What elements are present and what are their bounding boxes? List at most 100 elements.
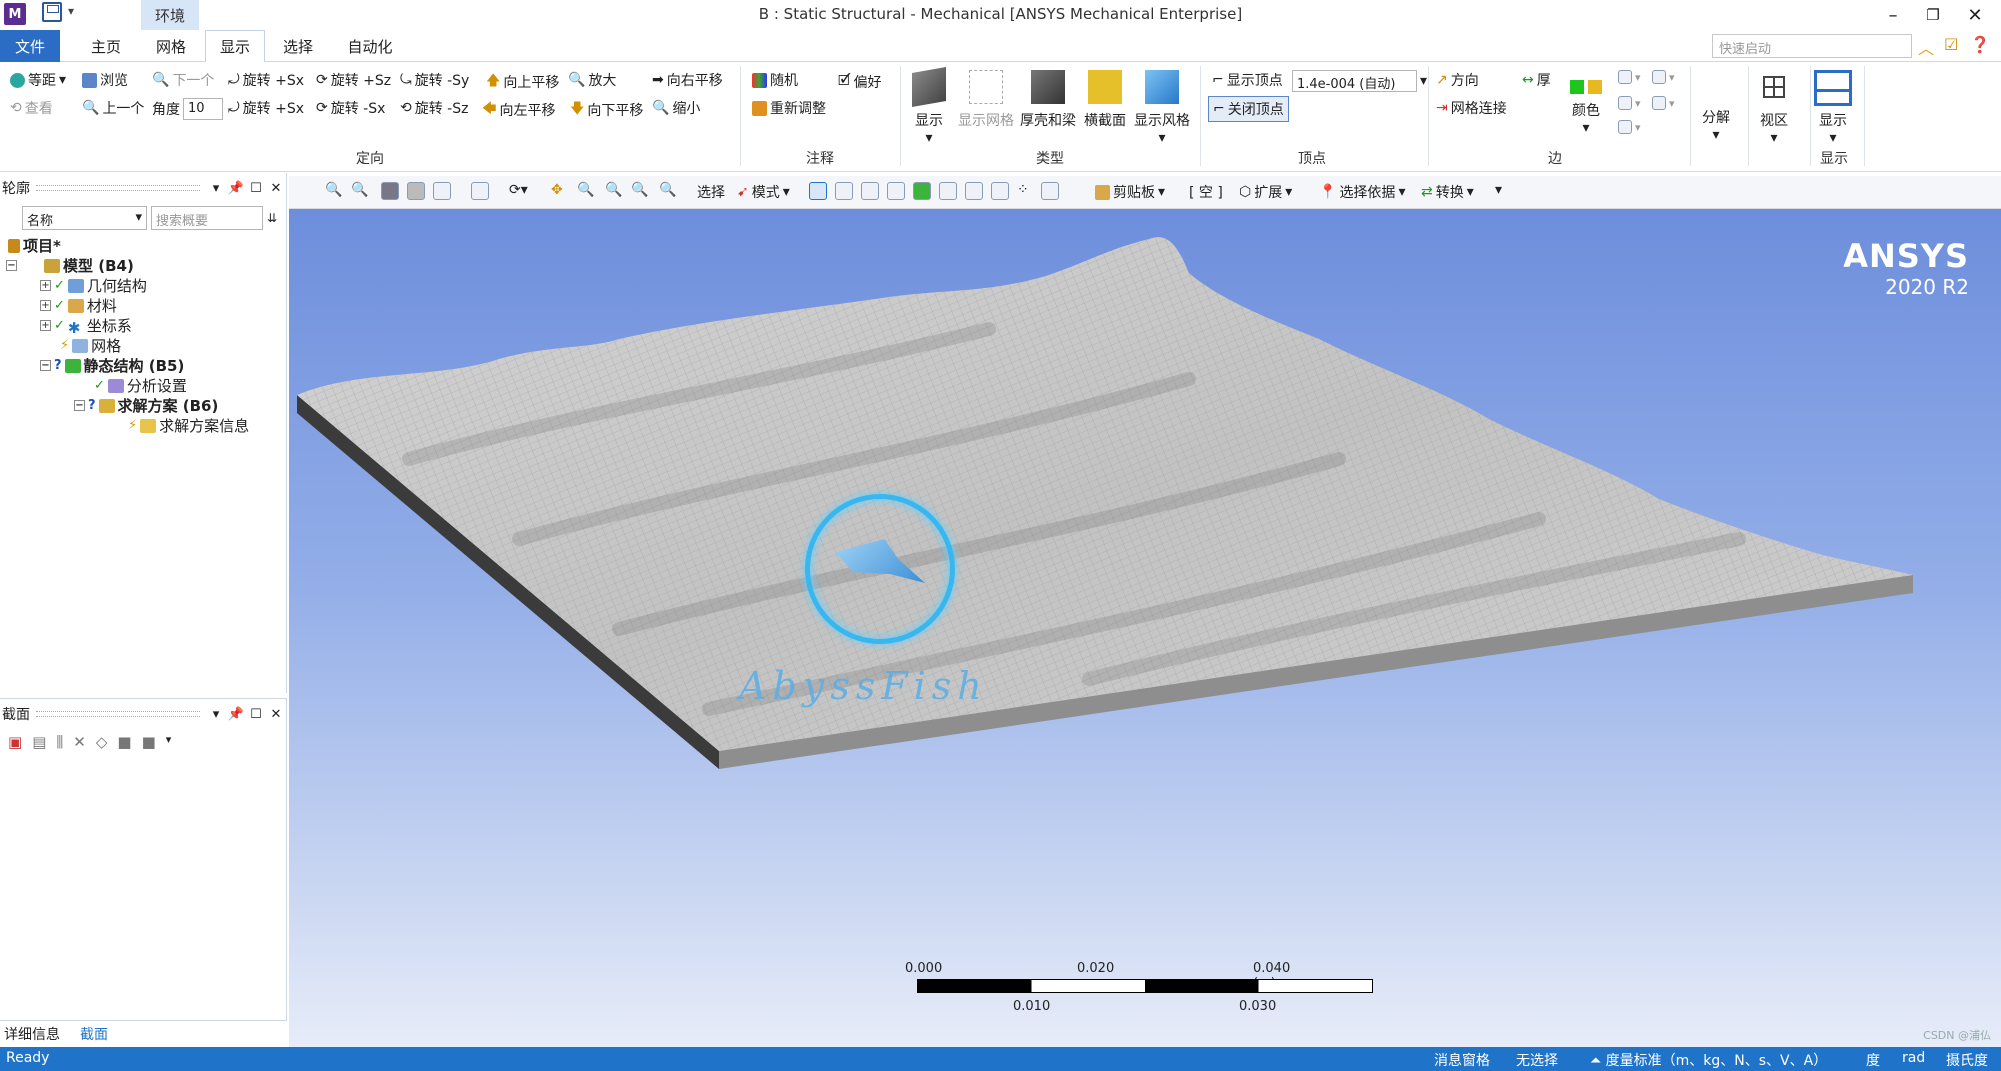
panel-menu-icon[interactable]: ▾ [206,181,226,196]
random-colors-button[interactable]: 随机 [752,70,798,90]
tree-static-structural[interactable]: −? 静态结构 (B5) [40,355,184,376]
qat-dropdown-icon[interactable]: ▾ [68,4,74,18]
angle-unit[interactable]: 度 [1866,1050,1880,1070]
tab-automation[interactable]: 自动化 [338,30,402,62]
expand-icon[interactable]: + [40,320,51,331]
pan-left-button[interactable]: 🡄 向左平移 [482,98,555,122]
expand-icon[interactable]: + [40,300,51,311]
tree-solution[interactable]: −? 求解方案 (B6) [74,395,218,416]
selection-status[interactable]: 无选择 [1516,1050,1558,1070]
select-face-icon[interactable] [861,182,879,200]
clipboard-dropdown[interactable]: 剪贴板 ▾ [1095,182,1165,202]
tree-analysis-settings[interactable]: ✓ 分析设置 [94,375,187,396]
zoom-out-button[interactable]: 🔍 缩小 [652,98,700,118]
direction-button[interactable]: ↗ 方向 [1436,70,1479,90]
pin-icon[interactable]: 📌 [226,181,246,196]
preference-button[interactable]: 🗹 偏好 [838,70,882,94]
maximize-icon[interactable]: ☐ [246,707,266,722]
tree-mesh[interactable]: ⚡ 网格 [60,335,121,356]
angle-input[interactable]: 10 [183,98,223,120]
select-path-icon[interactable] [1041,182,1059,200]
tree-project[interactable]: 项目* [8,235,61,256]
pin-icon[interactable]: 📌 [226,707,246,722]
iso-button[interactable]: 等距 ▾ [10,70,66,90]
tab-mesh[interactable]: 网格 [143,30,199,62]
graphics-viewport[interactable]: AbyssFish ANSYS 2020 R2 0.000 0.020 0.04… [289,209,2001,1047]
filter-options-icon[interactable]: ⇊ [267,211,277,225]
rotate-minus-sx-button[interactable]: ⟳ 旋转 -Sx [316,98,385,118]
select-edge-icon[interactable] [835,182,853,200]
edge-option-0[interactable]: ▾ [1618,70,1641,84]
rotate-plus-sx-button-2[interactable]: ⤾ 旋转 +Sx [228,98,304,118]
collapse-icon[interactable]: − [6,260,17,271]
panel-grip[interactable] [36,711,200,717]
new-section-icon[interactable]: ▣ [8,733,22,751]
tree-materials[interactable]: + ✓ 材料 [40,295,117,316]
tab-home[interactable]: 主页 [78,30,134,62]
zoom-in-tool-icon[interactable]: 🔍 [605,182,622,198]
cap-section-icon[interactable]: ■ [117,733,131,751]
pan-right-button[interactable]: ➡ 向右平移 [652,70,723,90]
wireframe-cube-icon[interactable] [407,182,425,200]
zoom-box-icon[interactable]: 🔍 [351,182,368,198]
pan-up-button[interactable]: 🡅 向上平移 [486,70,559,94]
panel-grip[interactable] [36,185,200,191]
viewports-button[interactable]: 视区 ▾ [1760,70,1788,146]
pan-tool-icon[interactable]: ✥ [551,182,563,198]
minimize-button[interactable]: – [1873,2,1913,28]
filter-name-select[interactable]: 名称 ▾ [22,206,147,230]
zoom-out-tool-icon[interactable]: 🔍 [631,182,648,198]
display-layout-button[interactable]: 显示 ▾ [1814,70,1852,146]
save-icon[interactable] [42,2,62,22]
select-element-icon[interactable] [965,182,983,200]
tab-selection[interactable]: 选择 [270,30,326,62]
select-body-icon[interactable] [887,182,905,200]
rotate-plus-sx-button[interactable]: ⤾ 旋转 +Sx [228,70,304,90]
vertex-size-value[interactable]: 1.4e-004 (自动) [1292,70,1417,92]
delete-section-icon[interactable]: ✕ [73,733,86,751]
collapse-icon[interactable]: − [74,400,85,411]
extend-dropdown[interactable]: ⬡ 扩展 ▾ [1239,182,1292,202]
show-style-button[interactable]: 显示风格 ▾ [1134,70,1190,146]
close-button[interactable]: ✕ [1955,2,1995,28]
edge-option-4[interactable]: ▾ [1652,96,1675,110]
close-vertex-toggle[interactable]: ⌐ 关闭顶点 [1208,96,1289,122]
restore-button[interactable]: ❐ [1913,2,1953,28]
section-options-icon[interactable]: ■ [142,733,156,751]
show-button[interactable]: 显示 ▾ [912,67,946,146]
previous-view-button[interactable]: 🔍 上一个 [82,98,144,118]
rotate-minus-sz-button[interactable]: ⟲ 旋转 -Sz [400,98,468,118]
shaded-cube-icon[interactable] [381,182,399,200]
rotational-velocity-unit[interactable]: rad [1902,1050,1925,1066]
collapse-ribbon-icon[interactable]: ︿ [1918,35,1934,59]
maximize-icon[interactable]: ☐ [246,181,266,196]
tab-section[interactable]: 截面 [80,1024,108,1044]
checklist-icon[interactable]: ☑ [1944,35,1958,54]
quick-launch-input[interactable]: 快速启动 [1712,34,1912,58]
edge-option-2[interactable]: ▾ [1618,120,1641,134]
zoom-tool-icon[interactable]: 🔍 [577,182,594,198]
zoom-in-button[interactable]: 🔍 放大 [568,70,616,90]
view-layout-icon[interactable] [471,182,489,200]
explode-button[interactable]: 分解 ▾ [1702,107,1730,143]
close-icon[interactable]: ✕ [266,181,286,196]
rotate-tool-icon[interactable]: ⟳▾ [509,182,528,198]
select-by-dropdown[interactable]: 📍 选择依据 ▾ [1319,182,1405,202]
shell-beam-button[interactable]: 厚壳和梁 [1020,70,1076,130]
tab-details[interactable]: 详细信息 [4,1024,60,1044]
show-vertex-toggle[interactable]: ⌐ 显示顶点 [1212,70,1283,90]
readjust-button[interactable]: 重新调整 [752,98,826,118]
show-mesh-button[interactable]: 显示网格 [958,70,1014,130]
tree-solution-info[interactable]: ⚡ 求解方案信息 [128,415,249,436]
browse-button[interactable]: 浏览 [82,70,128,90]
mesh-connection-button[interactable]: ⇥ 网格连接 [1436,98,1507,118]
help-icon[interactable]: ❓ [1970,35,1990,54]
select-element-body-icon[interactable] [991,182,1009,200]
pan-down-button[interactable]: 🡇 向下平移 [570,98,643,122]
select-mode-dropdown[interactable]: ➹ 模式 ▾ [737,182,790,202]
mechanical-app-icon[interactable]: M [4,3,26,25]
select-element-face-icon[interactable] [939,182,957,200]
messages-pane-link[interactable]: 消息窗格 [1434,1050,1490,1070]
graphics-options-icon[interactable] [433,182,451,200]
tab-file[interactable]: 文件 [0,30,60,62]
